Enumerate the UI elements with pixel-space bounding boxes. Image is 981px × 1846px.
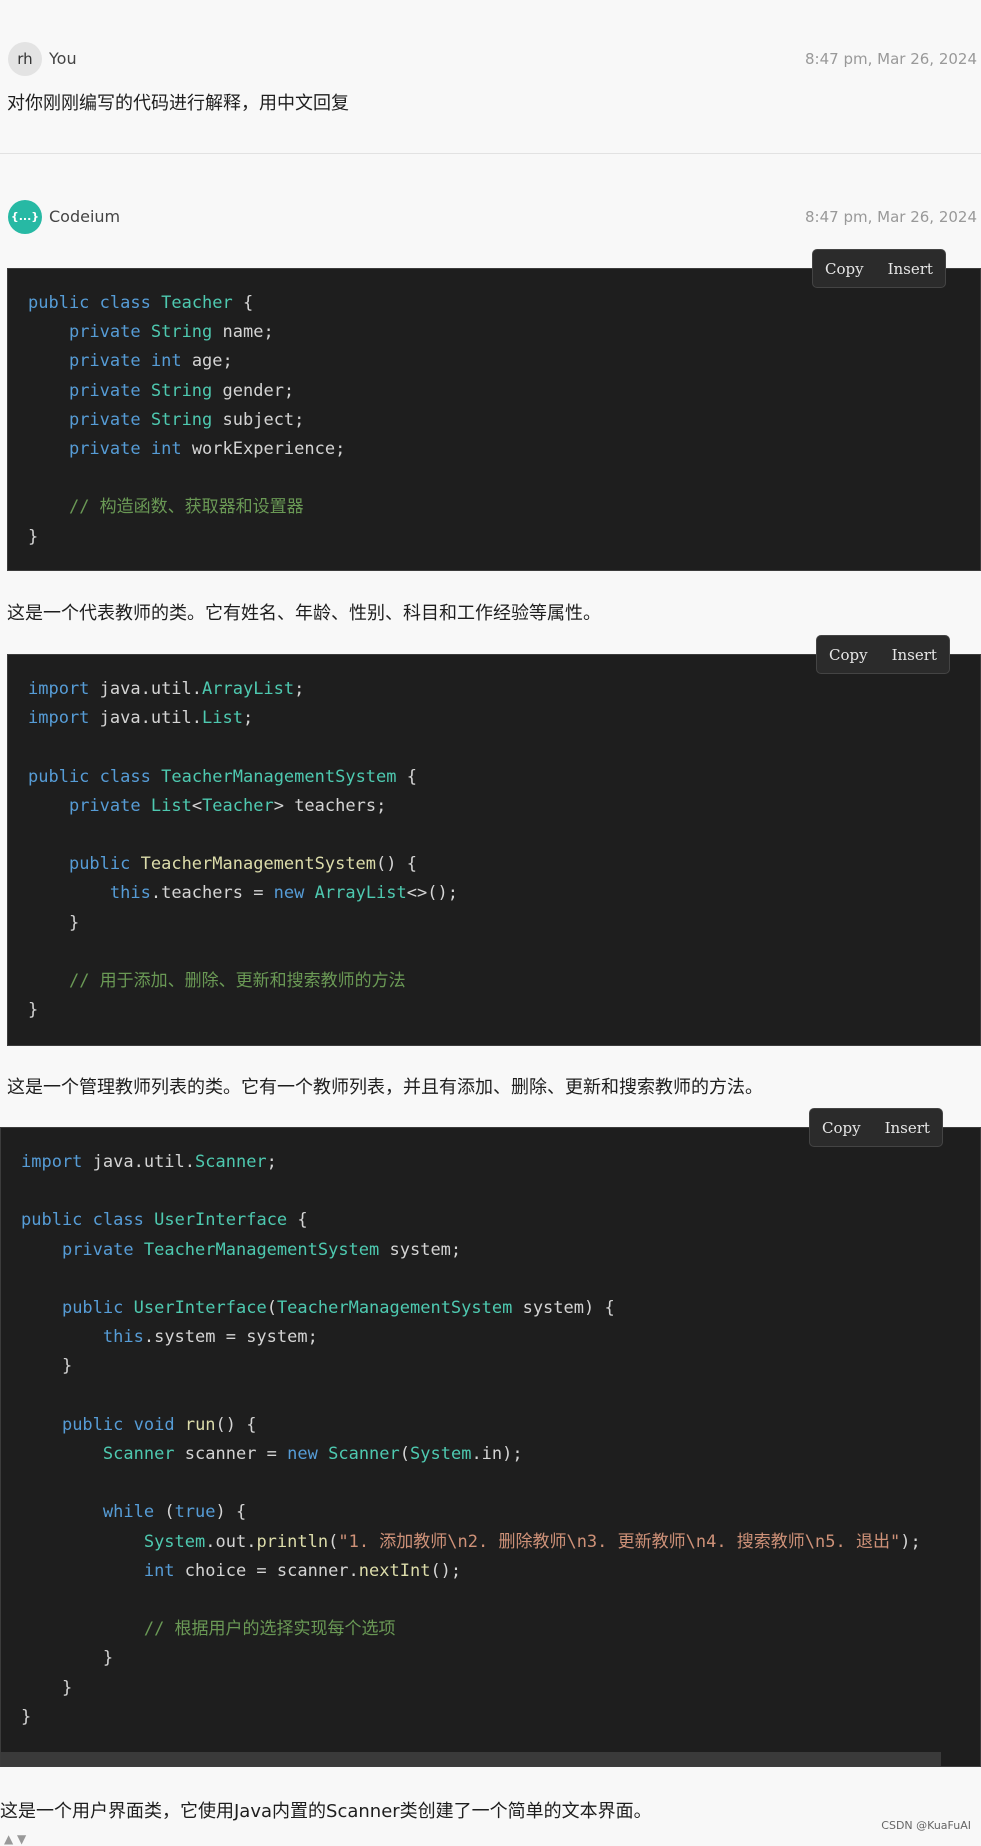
code-content: import java.util.Scanner; public class U… [21,1152,921,1727]
user-message-header: rh You 8:47 pm, Mar 26, 2024 [0,36,981,76]
insert-button[interactable]: Insert [876,260,945,278]
code-block: public class Teacher { private String na… [7,268,981,571]
insert-button[interactable]: Insert [873,1119,942,1137]
horizontal-scrollbar[interactable] [1,1752,941,1766]
assistant-message-header: {...} Codeium 8:47 pm, Mar 26, 2024 [0,194,981,234]
insert-button[interactable]: Insert [880,646,949,664]
explanation-text: 这是一个用户界面类，它使用Java内置的Scanner类创建了一个简单的文本界面… [0,1801,652,1822]
code-toolbar: Copy Insert [809,1108,943,1147]
user-timestamp: 8:47 pm, Mar 26, 2024 [805,50,977,68]
message-divider [0,153,981,154]
assistant-timestamp: 8:47 pm, Mar 26, 2024 [805,208,977,226]
user-author-name: You [49,49,77,68]
code-content: public class Teacher { private String na… [28,293,346,547]
code-block: import java.util.ArrayList; import java.… [7,654,981,1046]
copy-button[interactable]: Copy [813,260,876,278]
copy-button[interactable]: Copy [810,1119,873,1137]
csdn-watermark: CSDN @KuaFuAI [881,1819,971,1832]
explanation-text: 这是一个代表教师的类。它有姓名、年龄、性别、科目和工作经验等属性。 [7,603,601,624]
user-message-text: 对你刚刚编写的代码进行解释，用中文回复 [7,93,349,114]
code-content: import java.util.ArrayList; import java.… [28,679,458,1021]
feedback-icons[interactable]: ▲ ▼ [4,1832,26,1846]
codeium-logo-icon: {...} [8,200,42,234]
code-toolbar: Copy Insert [816,635,950,674]
assistant-author-name: Codeium [49,207,121,226]
user-avatar: rh [8,42,42,76]
explanation-text: 这是一个管理教师列表的类。它有一个教师列表，并且有添加、删除、更新和搜索教师的方… [7,1077,763,1098]
code-block: import java.util.Scanner; public class U… [0,1127,981,1767]
copy-button[interactable]: Copy [817,646,880,664]
code-toolbar: Copy Insert [812,249,946,288]
